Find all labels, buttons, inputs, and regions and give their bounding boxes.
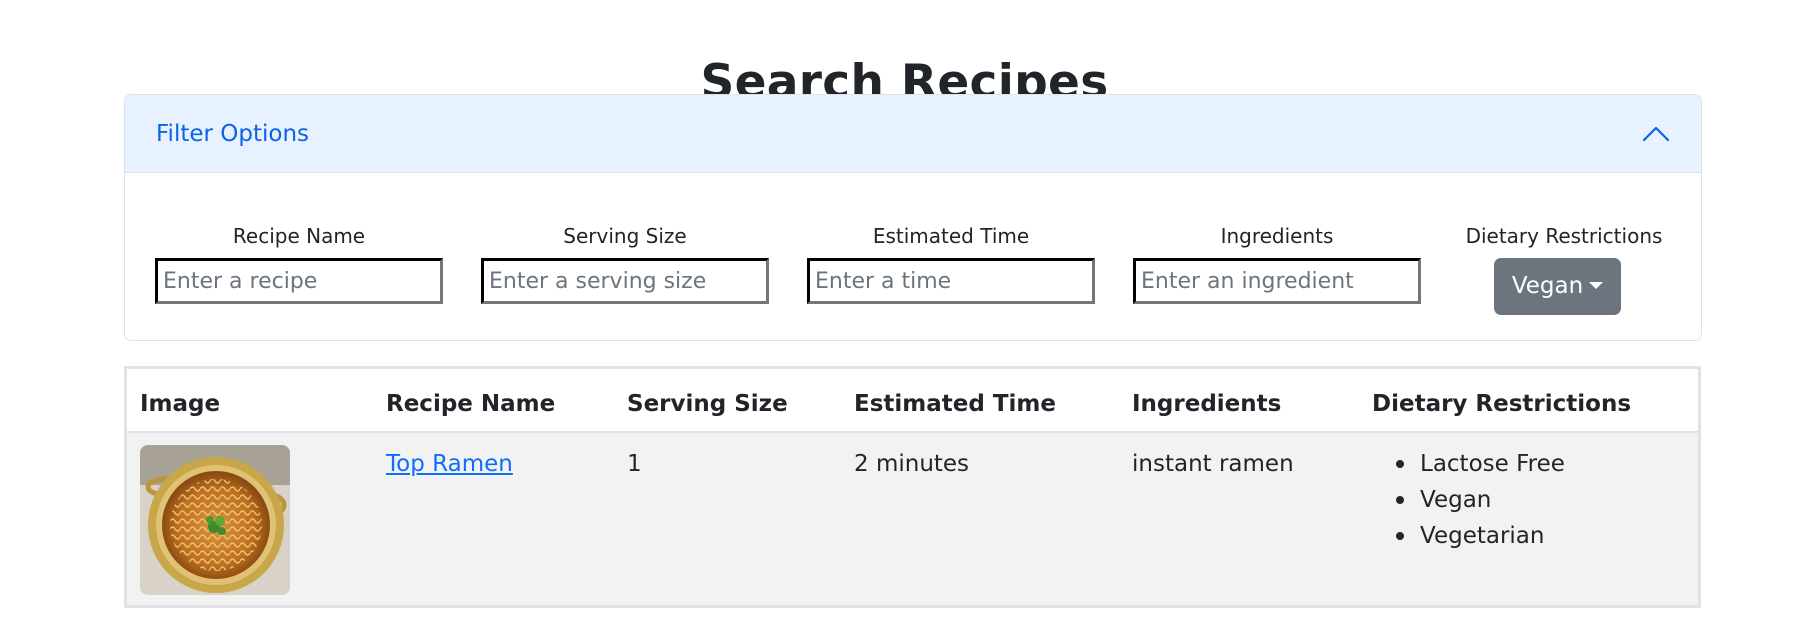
ingredient-input[interactable] [1133,258,1421,304]
estimated-time-input[interactable] [807,258,1095,304]
estimated-time-filter: Estimated Time [807,223,1095,304]
filter-accordion: Filter Options Recipe Name Serving Size … [124,94,1702,341]
serving-size-cell: 1 [627,451,642,477]
caret-down-icon [1589,282,1604,289]
list-item: Vegan [1372,485,1565,521]
ingredients-label: Ingredients [1220,224,1334,248]
recipe-name-cell[interactable]: Top Ramen [386,449,513,479]
recipe-name-input[interactable] [155,258,443,304]
filter-accordion-toggle[interactable]: Filter Options [125,95,1701,173]
ramen-bowl-image [140,445,290,595]
recipe-results-table: Image Recipe Name Serving Size Estimated… [124,366,1701,608]
estimated-time-cell: 2 minutes [854,451,970,477]
serving-size-filter: Serving Size [481,223,769,304]
serving-size-label: Serving Size [563,224,687,248]
dietary-restrictions-list: Lactose Free Vegan Vegetarian [1372,449,1565,557]
column-header-dietary-restrictions: Dietary Restrictions [1372,391,1632,417]
chevron-up-icon[interactable] [1641,119,1671,149]
column-header-image: Image [140,391,221,417]
recipe-name-filter: Recipe Name [155,223,443,304]
list-item: Lactose Free [1372,449,1565,485]
recipe-name-label: Recipe Name [232,224,366,248]
serving-size-input[interactable] [481,258,769,304]
column-header-estimated-time: Estimated Time [854,391,1056,417]
dietary-restrictions-label: Dietary Restrictions [1465,224,1663,248]
table-row: Top Ramen 1 2 minutes instant ramen Lact… [127,433,1698,605]
filter-options-title: Filter Options [156,121,310,147]
list-item: Vegetarian [1372,521,1565,557]
column-header-serving-size: Serving Size [627,391,788,417]
column-header-recipe-name: Recipe Name [386,391,556,417]
estimated-time-label: Estimated Time [872,224,1030,248]
column-header-ingredients: Ingredients [1132,391,1282,417]
dietary-restrictions-dropdown[interactable]: Vegan [1494,258,1621,315]
dietary-dropdown-value: Vegan [1511,273,1584,299]
dietary-restrictions-filter: Dietary Restrictions Vegan [1464,223,1664,315]
ingredients-filter: Ingredients [1133,223,1421,304]
recipe-link-top-ramen[interactable]: Top Ramen [386,451,513,477]
ingredients-cell: instant ramen [1132,451,1294,477]
